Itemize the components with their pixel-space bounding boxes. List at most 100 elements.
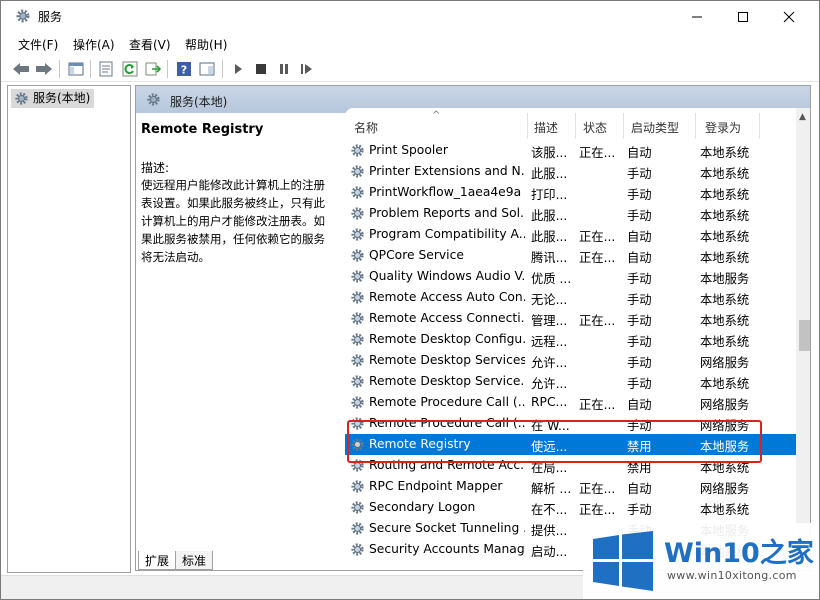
menu-view[interactable]: 查看(V) [129, 36, 171, 53]
service-startup-type: 手动 [627, 209, 652, 223]
service-row[interactable]: Printer Extensions and N... 此服... 手动 本地系统 [345, 161, 796, 182]
services-window: 服务 文件(F) 操作(A) 查看(V) 帮助(H) ? 服务(本地) 服务(本… [0, 0, 820, 600]
maximize-icon [738, 11, 748, 22]
service-row[interactable]: Remote Desktop Configu... 远程... 手动 本地系统 [345, 329, 796, 350]
service-row[interactable]: Print Spooler 该服... 正在... 自动 本地系统 [345, 140, 796, 161]
service-name: Remote Procedure Call (... [369, 395, 525, 409]
tab-extended[interactable]: 扩展 [138, 551, 177, 570]
column-header-logon-as[interactable]: 登录为 [705, 108, 741, 140]
vertical-scrollbar[interactable]: ▲ [796, 108, 810, 557]
help-icon: ? [177, 62, 191, 77]
stop-service-button[interactable] [251, 59, 271, 79]
service-description: 启动... [531, 545, 568, 557]
refresh-button[interactable] [120, 59, 140, 79]
service-logon-as: 本地系统 [700, 314, 750, 328]
service-logon-as: 本地系统 [700, 503, 750, 517]
service-row[interactable]: Secondary Logon 在不... 正在... 手动 本地系统 [345, 497, 796, 518]
column-divider[interactable] [575, 113, 576, 139]
restart-service-button[interactable] [297, 59, 317, 79]
service-status: 正在... [579, 398, 616, 412]
export-list-button[interactable] [143, 59, 163, 79]
show-hide-tree-button[interactable] [66, 59, 86, 79]
service-status: 正在... [579, 146, 616, 160]
service-gear-icon [350, 395, 365, 413]
show-action-pane-button[interactable] [197, 59, 217, 79]
tree-item-services-local[interactable]: 服务(本地) [11, 89, 95, 108]
column-divider[interactable] [623, 113, 624, 139]
selected-service-title: Remote Registry [141, 122, 264, 137]
title-bar[interactable]: 服务 [1, 1, 819, 32]
service-row[interactable]: PrintWorkflow_1aea4e9a 打印... 手动 本地系统 [345, 182, 796, 203]
column-header-startup-type[interactable]: 启动类型 [631, 108, 679, 140]
close-button[interactable] [766, 1, 812, 32]
scrollbar-thumb[interactable] [799, 320, 810, 351]
column-header-description[interactable]: 描述 [534, 108, 558, 140]
service-gear-icon [350, 206, 365, 224]
console-tree: 服务(本地) [7, 85, 131, 573]
service-gear-icon [350, 374, 365, 392]
service-logon-as: 本地服务 [700, 272, 750, 286]
toolbar: ? [1, 55, 819, 82]
description-line: 将无法启动。 [141, 250, 210, 264]
service-gear-icon [350, 143, 365, 161]
refresh-icon [122, 61, 138, 77]
service-row[interactable]: Remote Procedure Call (... RPC... 正在... 自动 网… [345, 392, 796, 413]
service-startup-type: 手动 [627, 356, 652, 370]
service-gear-icon [350, 353, 365, 371]
service-row[interactable]: Program Compatibility A... 此服... 正在... 自动 本地… [345, 224, 796, 245]
watermark-brand: Win10之家 [664, 538, 814, 569]
service-description: 管理... [531, 314, 568, 328]
service-row[interactable]: Remote Access Connecti... 管理... 正在... 手动 本地系… [345, 308, 796, 329]
service-description-pane: Remote Registry 描述: 使远程用户能修改此计算机上的注册 表设置… [141, 122, 337, 266]
forward-button[interactable] [34, 59, 54, 79]
menu-help[interactable]: 帮助(H) [185, 36, 227, 53]
service-description: 在不... [531, 503, 568, 517]
service-startup-type: 手动 [627, 335, 652, 349]
properties-button[interactable] [96, 59, 116, 79]
pause-icon [280, 64, 288, 74]
service-startup-type: 手动 [627, 314, 652, 328]
service-row[interactable]: Quality Windows Audio V... 优质 ... 手动 本地服务 [345, 266, 796, 287]
service-row[interactable]: QPCore Service 腾讯... 正在... 自动 本地系统 [345, 245, 796, 266]
service-row[interactable]: Remote Access Auto Con... 无论... 手动 本地系统 [345, 287, 796, 308]
service-logon-as: 本地系统 [700, 230, 750, 244]
service-row[interactable]: RPC Endpoint Mapper 解析 ... 正在... 自动 网络服务 [345, 476, 796, 497]
tab-standard[interactable]: 标准 [175, 551, 214, 570]
service-logon-as: 网络服务 [700, 398, 750, 412]
service-gear-icon [350, 290, 365, 308]
service-gear-icon [350, 479, 365, 497]
service-description: 此服... [531, 167, 568, 181]
description-label: 描述: [141, 161, 170, 175]
service-startup-type: 手动 [627, 167, 652, 181]
column-header-status[interactable]: 状态 [583, 108, 607, 140]
column-header-name[interactable]: 名称 [354, 108, 378, 140]
description-line: 计算机上的用户才能修改注册表。如 [141, 214, 325, 228]
service-startup-type: 自动 [627, 398, 652, 412]
description-text: 使远程用户能修改此计算机上的注册 表设置。如果此服务被终止，只有此 计算机上的用… [141, 176, 337, 266]
column-divider[interactable] [695, 113, 696, 139]
scroll-up-arrow-icon[interactable]: ▲ [799, 112, 806, 122]
menu-file[interactable]: 文件(F) [18, 36, 58, 53]
description-line: 使远程用户能修改此计算机上的注册 [141, 178, 325, 192]
service-description: 此服... [531, 209, 568, 223]
service-logon-as: 本地系统 [700, 167, 750, 181]
column-divider[interactable] [759, 113, 760, 139]
help-button[interactable]: ? [174, 59, 194, 79]
menu-action[interactable]: 操作(A) [73, 36, 115, 53]
column-divider[interactable] [527, 113, 528, 139]
win10-home-watermark: Win10之家 www.win10xitong.com [583, 523, 819, 599]
maximize-button[interactable] [720, 1, 766, 32]
back-button[interactable] [11, 59, 31, 79]
start-service-button[interactable] [228, 59, 248, 79]
panel-header-title: 服务(本地) [170, 95, 228, 109]
service-row[interactable]: Problem Reports and Sol... 此服... 手动 本地系统 [345, 203, 796, 224]
service-name: QPCore Service [369, 248, 464, 262]
services-gear-icon [147, 93, 160, 106]
minimize-button[interactable] [674, 1, 720, 32]
service-gear-icon [350, 521, 365, 539]
service-row[interactable]: Remote Desktop Service... 允许... 手动 本地系统 [345, 371, 796, 392]
service-startup-type: 自动 [627, 482, 652, 496]
service-row[interactable]: Remote Desktop Services 允许... 手动 网络服务 [345, 350, 796, 371]
service-logon-as: 本地系统 [700, 251, 750, 265]
pause-service-button[interactable] [274, 59, 294, 79]
